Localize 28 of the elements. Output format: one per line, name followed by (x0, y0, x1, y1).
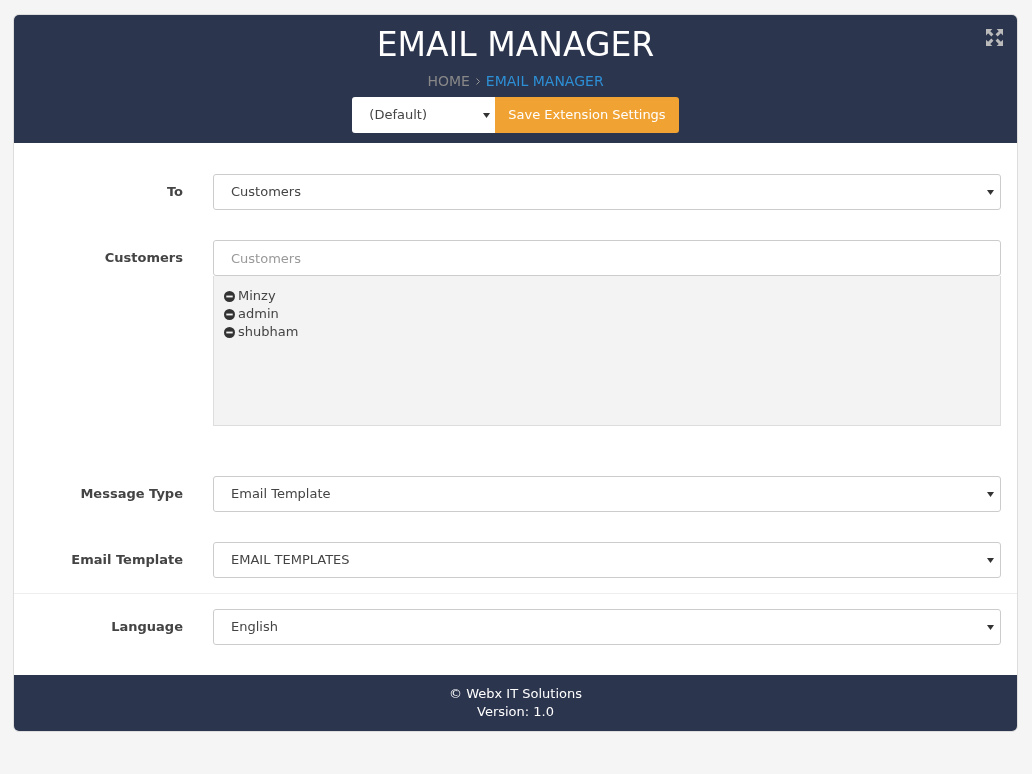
caret-icon (987, 624, 994, 630)
field-label: Customers (103, 249, 183, 268)
copyright-text: © Webx IT Solutions (449, 685, 582, 703)
caret-icon (483, 112, 491, 118)
fullscreen-icon[interactable] (986, 29, 1003, 46)
select-field[interactable]: Customers (213, 174, 1001, 210)
caret-icon (987, 557, 994, 563)
page-title: EMAIL MANAGER (376, 25, 655, 65)
breadcrumb-link[interactable]: EMAIL MANAGER (485, 70, 604, 92)
field-label: Email Template (70, 551, 183, 570)
caret-icon (987, 491, 994, 497)
caret-icon (987, 189, 994, 195)
version-text: Version: 1.0 (477, 703, 554, 721)
minus-circle-icon (224, 326, 235, 338)
profile-select[interactable]: (Default) (352, 97, 496, 133)
customer-item: shubham (238, 323, 299, 341)
field-label: To (165, 183, 183, 202)
field-label: Language (110, 618, 183, 637)
customer-item: Minzy (238, 287, 276, 305)
chevron-right-icon (475, 77, 480, 85)
field-label: Message Type (79, 485, 183, 504)
select-field[interactable]: EMAIL TEMPLATES (213, 542, 1001, 578)
search-field[interactable]: Customers (213, 240, 1001, 276)
customer-item: admin (238, 305, 279, 323)
minus-circle-icon (224, 290, 235, 302)
minus-circle-icon (224, 308, 235, 320)
select-field[interactable]: English (213, 609, 1001, 645)
select-field[interactable]: Email Template (213, 476, 1001, 512)
